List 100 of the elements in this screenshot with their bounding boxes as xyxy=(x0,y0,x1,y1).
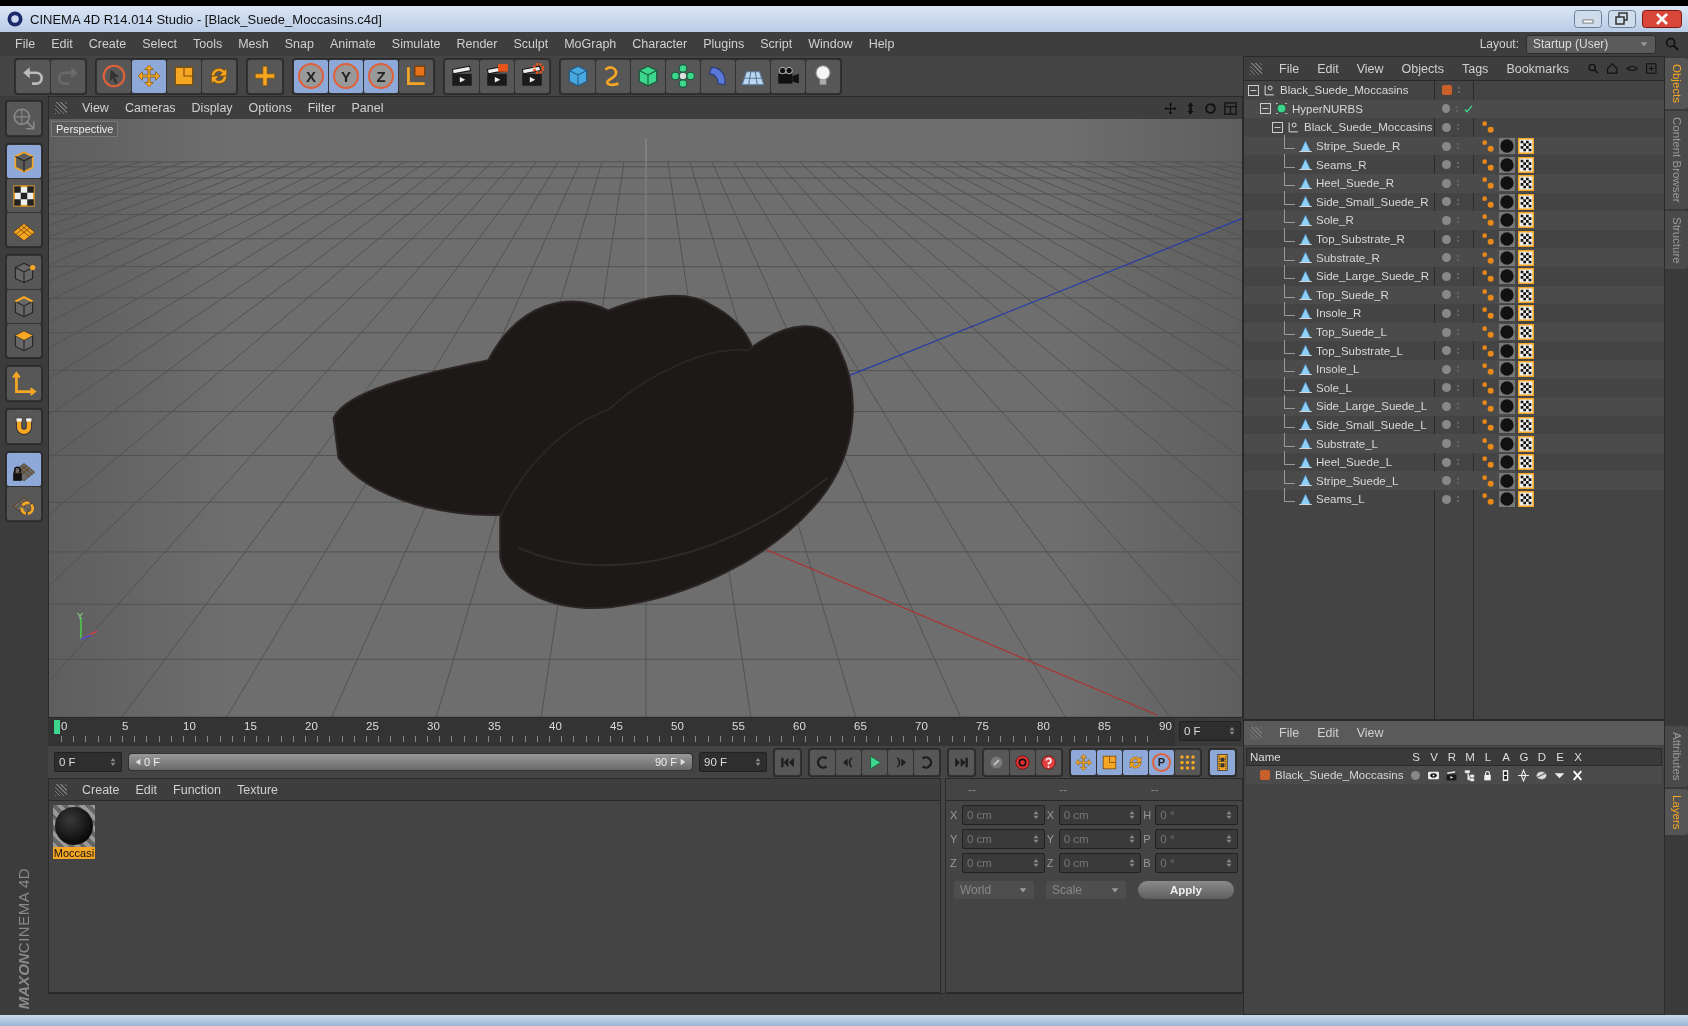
planar-workplane-button[interactable] xyxy=(7,487,41,520)
undo-button[interactable] xyxy=(16,59,50,93)
object-row[interactable]: Insole_L xyxy=(1244,359,1664,379)
menu-item[interactable]: Tags xyxy=(1454,59,1496,78)
menu-item[interactable]: View xyxy=(75,99,116,117)
material-name[interactable]: Moccasi xyxy=(52,847,96,859)
object-row[interactable]: Side_Small_Suede_R xyxy=(1244,192,1664,212)
column-header[interactable]: D xyxy=(1533,751,1551,763)
column-header[interactable]: A xyxy=(1497,751,1515,763)
menu-item[interactable]: Options xyxy=(241,99,299,117)
enabled-check-icon[interactable] xyxy=(1463,102,1474,115)
rotate-tool-button[interactable] xyxy=(202,59,236,93)
render-picture-button[interactable] xyxy=(480,59,514,93)
menu-item[interactable]: Display xyxy=(184,99,240,117)
render-view-button[interactable] xyxy=(445,59,479,93)
menu-item[interactable]: Window xyxy=(801,35,860,53)
key-parameter-button[interactable]: P xyxy=(1149,749,1174,775)
start-frame-field[interactable]: 0 F xyxy=(54,752,122,772)
column-header[interactable]: X xyxy=(1569,751,1587,763)
move-tool-button[interactable] xyxy=(132,59,166,93)
menu-item[interactable]: Mesh xyxy=(231,35,276,53)
texture-mode-button[interactable] xyxy=(7,179,41,212)
layout-dropdown[interactable]: Startup (User) xyxy=(1526,34,1656,54)
menu-item[interactable]: Texture xyxy=(230,780,286,799)
object-row[interactable]: Substrate_R xyxy=(1244,248,1664,267)
object-row[interactable]: Heel_Suede_L xyxy=(1244,452,1664,472)
grip-handle[interactable] xyxy=(55,783,67,796)
edges-mode-button[interactable] xyxy=(7,290,41,323)
polygons-mode-button[interactable] xyxy=(7,324,41,357)
object-row[interactable]: HyperNURBS xyxy=(1244,99,1664,119)
object-row[interactable]: Black_Suede_Moccasins xyxy=(1244,81,1664,100)
menu-item[interactable]: Snap xyxy=(277,35,321,53)
restore-button[interactable] xyxy=(1608,10,1636,28)
points-mode-button[interactable] xyxy=(7,256,41,289)
key-position-button[interactable] xyxy=(1071,749,1096,775)
menu-item[interactable]: File xyxy=(8,35,43,53)
array-object-button[interactable] xyxy=(666,59,700,93)
menu-item[interactable]: File xyxy=(1272,724,1307,742)
axis-lock-button[interactable]: Z xyxy=(364,59,398,93)
model-mode-button[interactable] xyxy=(7,145,41,178)
key-rotation-button[interactable] xyxy=(1123,749,1148,775)
object-row[interactable]: Substrate_L xyxy=(1244,434,1664,453)
grip-handle[interactable] xyxy=(1250,727,1262,739)
menu-item[interactable]: Sculpt xyxy=(506,35,556,53)
menu-item[interactable]: Edit xyxy=(1310,59,1346,78)
side-tab[interactable]: Objects xyxy=(1665,58,1688,109)
object-row[interactable]: Side_Small_Suede_L xyxy=(1244,415,1664,435)
apply-button[interactable]: Apply xyxy=(1138,881,1234,899)
column-header[interactable]: Name xyxy=(1247,751,1407,763)
menu-item[interactable]: Bookmarks xyxy=(1499,59,1576,78)
object-row[interactable]: Stripe_Suede_L xyxy=(1244,471,1664,491)
object-row[interactable]: Sole_L xyxy=(1244,378,1664,398)
object-row[interactable]: Stripe_Suede_R xyxy=(1244,136,1664,156)
column-header[interactable]: M xyxy=(1461,751,1479,763)
object-row[interactable]: Side_Large_Suede_L xyxy=(1244,397,1664,416)
menu-item[interactable]: Tools xyxy=(186,35,230,53)
menu-item[interactable]: Select xyxy=(135,35,184,53)
menu-item[interactable]: Objects xyxy=(1394,59,1451,78)
menu-item[interactable]: Function xyxy=(166,780,229,799)
object-row[interactable]: Top_Suede_L xyxy=(1244,322,1664,342)
menu-item[interactable]: Simulate xyxy=(384,35,448,53)
menu-item[interactable]: Edit xyxy=(1310,724,1346,742)
menu-item[interactable]: Plugins xyxy=(696,35,752,53)
object-row[interactable]: Seams_R xyxy=(1244,155,1664,174)
menu-item[interactable]: Help xyxy=(861,35,902,53)
solo-dot-icon[interactable] xyxy=(1410,770,1420,780)
timeline-ruler[interactable]: 0 5 10 15 20 25 30 35 40 45 50 55 60 65 70 75 80 85 90 xyxy=(48,718,1175,746)
column-header[interactable]: S xyxy=(1407,751,1425,763)
key-points-button[interactable] xyxy=(1175,749,1200,775)
object-row[interactable]: Seams_L xyxy=(1244,490,1664,509)
axis-lock-button[interactable]: Y xyxy=(329,59,363,93)
menu-item[interactable]: Filter xyxy=(300,99,343,117)
lock-workplane-button[interactable] xyxy=(7,453,41,486)
camera-object-button[interactable] xyxy=(771,59,805,93)
object-row[interactable]: Sole_R xyxy=(1244,211,1664,230)
axis-lock-button[interactable]: X xyxy=(294,59,328,93)
column-header[interactable]: V xyxy=(1425,751,1443,763)
minimize-button[interactable] xyxy=(1574,10,1602,28)
menu-item[interactable]: Edit xyxy=(44,35,80,53)
collapse-icon[interactable] xyxy=(1260,103,1271,115)
side-tab[interactable]: Layers xyxy=(1665,788,1688,836)
grip-handle[interactable] xyxy=(1250,62,1262,75)
menu-item[interactable]: View xyxy=(1349,59,1391,78)
layer-row[interactable]: Black_Suede_Moccasins xyxy=(1246,766,1662,784)
object-row[interactable]: Heel_Suede_R xyxy=(1244,173,1664,193)
menu-item[interactable]: Render xyxy=(449,35,505,53)
render-settings-button[interactable] xyxy=(515,59,549,93)
end-frame-field[interactable]: 90 F xyxy=(699,752,767,772)
column-header[interactable]: L xyxy=(1479,751,1497,763)
select-tool-button[interactable] xyxy=(97,59,131,93)
menu-item[interactable]: View xyxy=(1349,724,1391,742)
current-frame-field[interactable]: 0 F xyxy=(1179,721,1241,741)
menu-item[interactable]: Character xyxy=(625,35,695,53)
light-object-button[interactable] xyxy=(806,59,840,93)
cube-object-button[interactable] xyxy=(561,59,595,93)
object-row[interactable]: Black_Suede_Moccasins xyxy=(1244,118,1664,137)
menu-item[interactable]: Create xyxy=(81,35,134,53)
autokey-button[interactable] xyxy=(1010,749,1035,775)
nurbs-object-button[interactable] xyxy=(631,59,665,93)
menu-item[interactable]: Panel xyxy=(344,99,391,117)
